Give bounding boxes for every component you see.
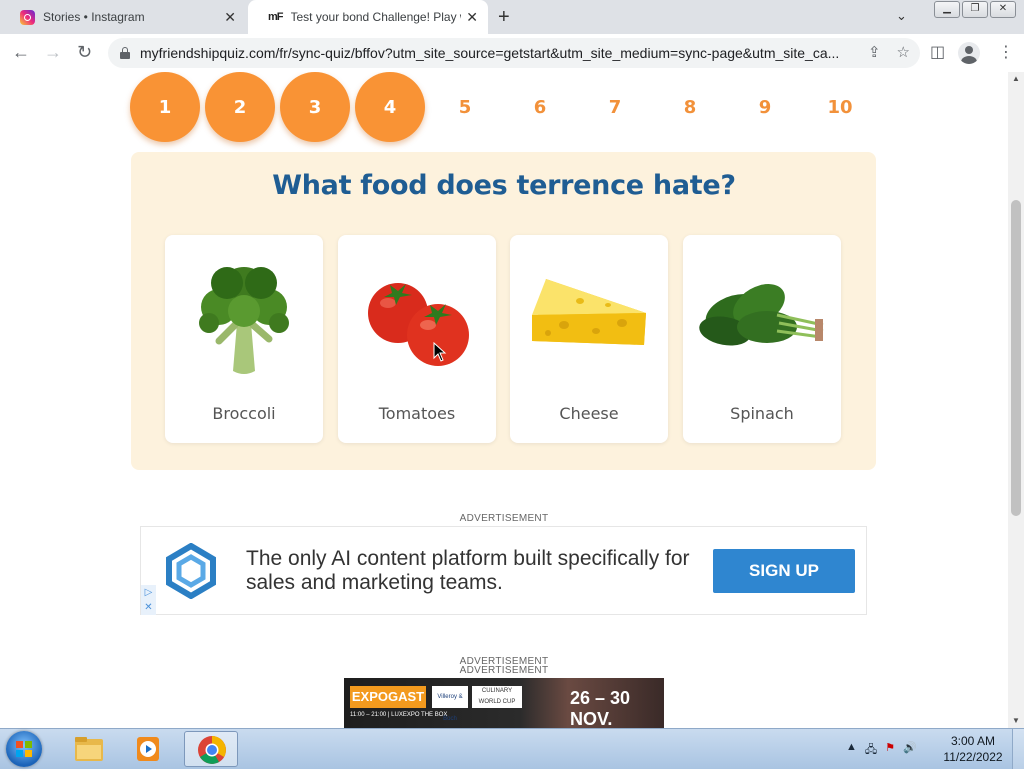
ad-close-icon[interactable]: ✕ — [141, 600, 156, 615]
question-title: What food does terrence hate? — [272, 170, 736, 201]
lock-icon[interactable] — [120, 47, 130, 59]
advertisement-label-2: ADVERTISEMENT ADVERTISEMENT — [0, 657, 1008, 676]
close-tab-icon[interactable]: ✕ — [224, 9, 236, 26]
profile-avatar-icon[interactable] — [958, 42, 980, 64]
answer-option-spinach[interactable]: Spinach — [683, 235, 841, 443]
advertisement-label: ADVERTISEMENT — [459, 513, 549, 524]
close-tab-icon[interactable]: ✕ — [466, 9, 478, 26]
back-arrow-icon[interactable]: ← — [12, 42, 30, 63]
address-bar[interactable]: myfriendshipquiz.com/fr/sync-quiz/bffov?… — [108, 38, 920, 68]
page-scrollbar[interactable]: ▲ ▼ — [1008, 72, 1024, 728]
culinary-world-cup-logo: CULINARY WORLD CUP — [472, 686, 522, 708]
expogast-dates: 26 – 30 NOV. — [570, 688, 631, 728]
answer-option-tomatoes[interactable]: Tomatoes — [338, 235, 496, 443]
network-icon[interactable]: 🖧 — [865, 741, 877, 760]
sign-up-button[interactable]: SIGN UP — [713, 549, 855, 593]
tab-bar: Stories • Instagram ✕ mF Test your bond … — [0, 0, 1024, 34]
side-panel-icon[interactable]: ◫ — [930, 42, 945, 62]
hexagon-logo-icon — [166, 543, 216, 599]
step-10: 10 — [827, 96, 853, 118]
system-clock[interactable]: 3:00 AM 11/22/2022 — [940, 733, 1006, 765]
action-center-flag-icon[interactable]: ⚑ — [885, 741, 895, 760]
windows-logo-icon — [16, 741, 32, 757]
sponsor-logo: Villeroy & Boch — [432, 686, 468, 722]
tab-instagram[interactable]: Stories • Instagram ✕ — [0, 0, 246, 34]
spinach-icon — [699, 284, 824, 346]
taskbar-explorer[interactable] — [62, 731, 116, 767]
taskbar-chrome[interactable] — [184, 731, 238, 767]
window-controls: ▁ ❐ ✕ — [934, 1, 1016, 18]
bookmark-star-icon[interactable]: ☆ — [897, 43, 910, 61]
option-label: Spinach — [730, 404, 794, 423]
ad-choices-icon[interactable]: ▷ — [141, 585, 156, 600]
option-label: Broccoli — [212, 404, 276, 423]
url-text[interactable]: myfriendshipquiz.com/fr/sync-quiz/bffov?… — [140, 45, 840, 61]
scroll-down-icon[interactable]: ▼ — [1012, 716, 1020, 725]
start-button[interactable] — [6, 731, 42, 767]
option-label: Cheese — [559, 404, 619, 423]
answer-option-broccoli[interactable]: Broccoli — [165, 235, 323, 443]
mouse-pointer-icon — [433, 342, 447, 362]
restore-icon[interactable]: ❐ — [962, 1, 988, 18]
show-hidden-icons-icon[interactable]: ▲ — [846, 741, 857, 760]
step-9: 9 — [758, 96, 772, 118]
step-7: 7 — [608, 96, 622, 118]
step-6: 6 — [533, 96, 547, 118]
step-5: 5 — [458, 96, 472, 118]
cheese-icon — [532, 279, 646, 345]
answer-option-cheese[interactable]: Cheese — [510, 235, 668, 443]
step-2: 2 — [205, 72, 275, 142]
ad-banner[interactable]: The only AI content platform built speci… — [140, 526, 867, 615]
page-content: 1 2 3 4 5 6 7 8 9 10 What food does terr… — [0, 72, 1008, 728]
forward-arrow-icon[interactable]: → — [44, 42, 62, 63]
clock-date: 11/22/2022 — [943, 750, 1003, 764]
reload-icon[interactable]: ↻ — [77, 42, 92, 63]
browser-toolbar: ← → ↻ myfriendshipquiz.com/fr/sync-quiz/… — [0, 34, 1024, 73]
new-tab-icon[interactable]: + — [498, 6, 510, 29]
clock-time: 3:00 AM — [950, 734, 996, 748]
close-window-icon[interactable]: ✕ — [990, 1, 1016, 18]
show-desktop-button[interactable] — [1012, 729, 1024, 769]
scrollbar-thumb[interactable] — [1011, 200, 1021, 516]
volume-icon[interactable]: 🔊 — [903, 741, 917, 760]
step-3: 3 — [280, 72, 350, 142]
folder-icon — [75, 737, 103, 761]
broccoli-icon — [199, 267, 289, 374]
scroll-up-icon[interactable]: ▲ — [1012, 74, 1020, 83]
instagram-icon — [20, 9, 35, 25]
myfriendshipquiz-icon: mF — [268, 11, 283, 23]
expogast-ad-banner[interactable]: EXPOGAST 11:00 – 21:00 | LUXEXPO THE BOX… — [344, 678, 664, 728]
windows-taskbar: ▲ 🖧 ⚑ 🔊 3:00 AM 11/22/2022 — [0, 728, 1024, 769]
step-8: 8 — [683, 96, 697, 118]
media-player-icon — [137, 737, 159, 761]
expogast-title: EXPOGAST — [350, 686, 426, 708]
step-4: 4 — [355, 72, 425, 142]
chrome-icon — [198, 736, 226, 764]
tab-title: Test your bond Challenge! Play w — [290, 10, 461, 24]
system-tray: ▲ 🖧 ⚑ 🔊 — [846, 741, 917, 760]
question-progress: 1 2 3 4 5 6 7 8 9 10 — [130, 72, 880, 142]
menu-kebab-icon[interactable]: ⋮ — [998, 42, 1014, 62]
option-label: Tomatoes — [378, 404, 456, 423]
tab-search-chevron-icon[interactable]: ⌄ — [896, 8, 907, 24]
minimize-icon[interactable]: ▁ — [934, 1, 960, 18]
tab-friendship-quiz[interactable]: mF Test your bond Challenge! Play w ✕ — [248, 0, 488, 34]
tomatoes-icon — [368, 283, 469, 366]
tab-title: Stories • Instagram — [43, 10, 145, 24]
share-icon[interactable]: ⇪ — [868, 43, 881, 61]
step-1: 1 — [130, 72, 200, 142]
taskbar-media-player[interactable] — [122, 731, 176, 767]
expogast-hours: 11:00 – 21:00 | LUXEXPO THE BOX — [350, 712, 448, 718]
ad-headline: The only AI content platform built speci… — [246, 547, 690, 594]
advertisement-label-text: ADVERTISEMENT — [459, 665, 549, 676]
